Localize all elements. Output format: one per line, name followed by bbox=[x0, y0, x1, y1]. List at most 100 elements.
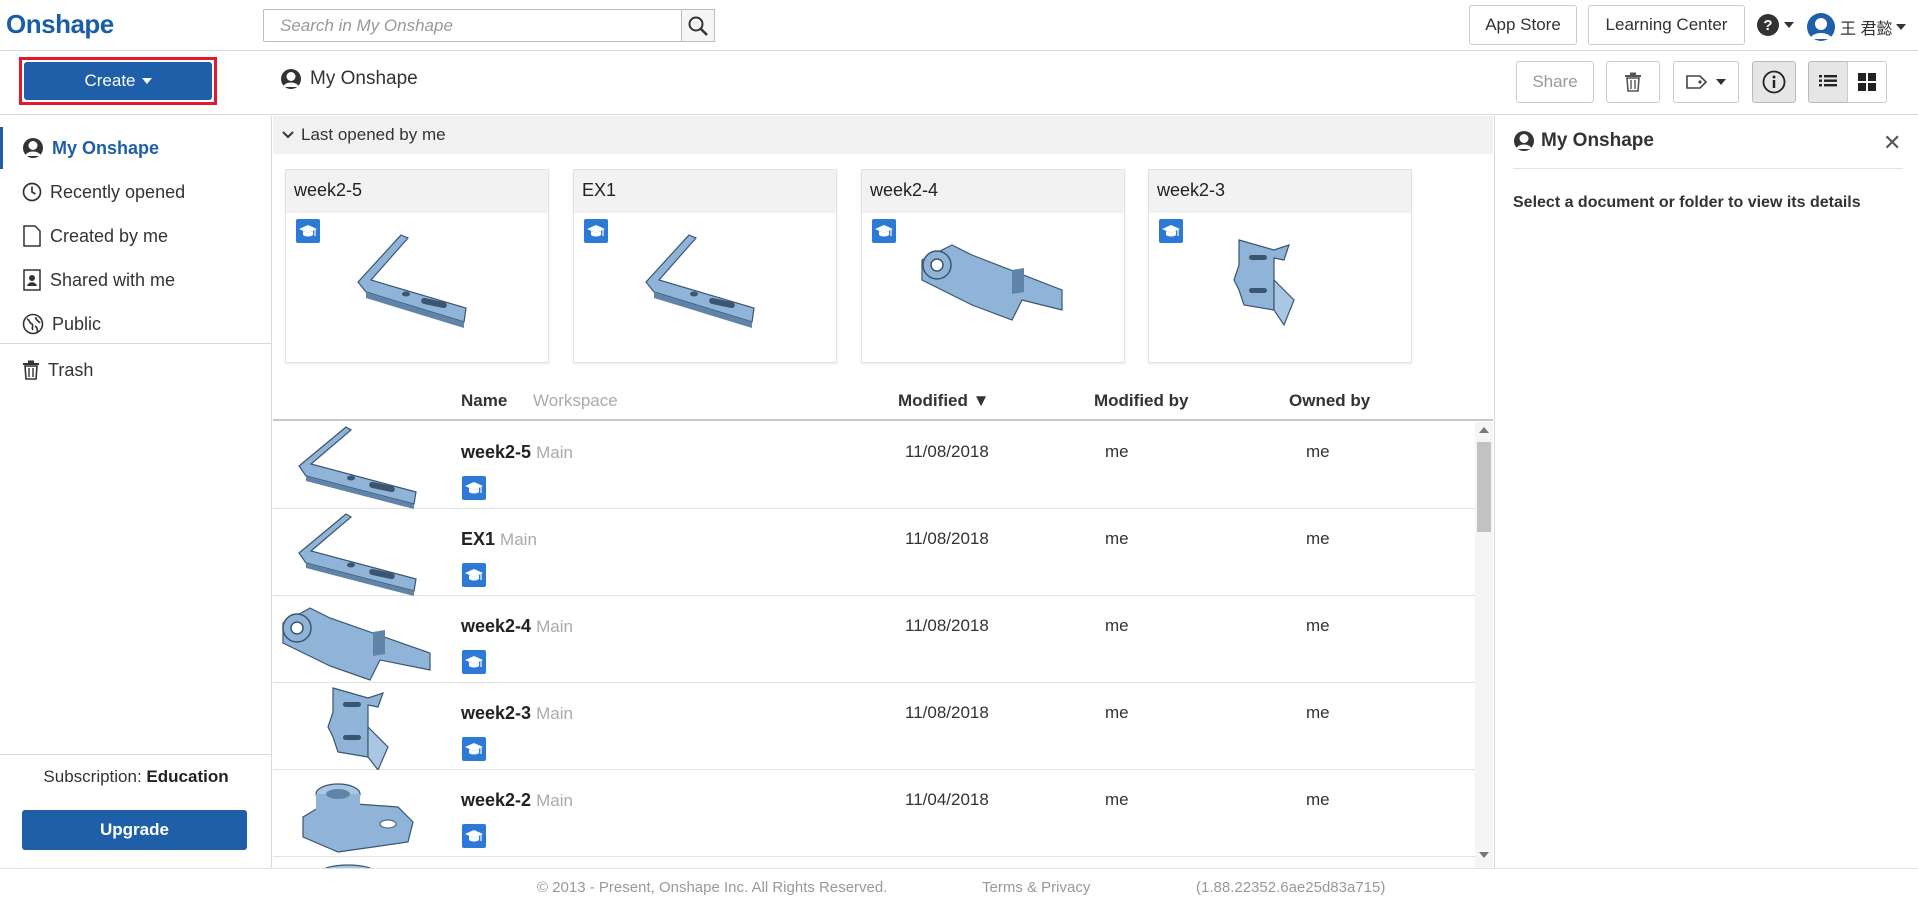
details-divider bbox=[1513, 168, 1903, 169]
modified-date: 11/08/2018 bbox=[905, 529, 989, 548]
recent-document-card[interactable]: week2-4 bbox=[861, 169, 1125, 363]
document-title: week2-5 bbox=[461, 442, 532, 462]
close-icon[interactable]: ✕ bbox=[1883, 130, 1901, 156]
grid-view-button[interactable] bbox=[1847, 61, 1887, 103]
education-badge-icon bbox=[462, 650, 486, 679]
create-button[interactable]: Create bbox=[24, 62, 212, 100]
table-row[interactable]: EX1 Main 11/08/2018 me me bbox=[273, 509, 1475, 596]
modified-by: me bbox=[1105, 790, 1129, 809]
recent-document-card[interactable]: week2-3 bbox=[1148, 169, 1412, 363]
sidebar-item-trash[interactable]: Trash bbox=[0, 349, 272, 391]
part-thumbnail bbox=[1199, 230, 1369, 335]
clock-icon bbox=[22, 182, 42, 202]
document-name[interactable]: week2-3 Main bbox=[461, 703, 573, 724]
column-modified[interactable]: Modified ▼ bbox=[898, 391, 989, 411]
recent-section-title: Last opened by me bbox=[301, 125, 446, 144]
workspace-label: Main bbox=[536, 704, 573, 723]
person-icon bbox=[23, 138, 43, 158]
document-list: week2-5 Main 11/08/2018 me me EX1 Main 1… bbox=[273, 422, 1475, 868]
education-badge-icon bbox=[1159, 219, 1183, 248]
scrollbar-thumb[interactable] bbox=[1477, 442, 1491, 532]
table-row[interactable]: week2-5 Main 11/08/2018 me me bbox=[273, 422, 1475, 509]
part-thumbnail bbox=[275, 598, 440, 688]
scroll-down-icon[interactable] bbox=[1479, 852, 1489, 858]
info-panel-button[interactable] bbox=[1752, 61, 1796, 103]
person-icon bbox=[281, 69, 301, 89]
search-icon bbox=[688, 16, 708, 36]
learning-center-button[interactable]: Learning Center bbox=[1588, 5, 1745, 45]
modified-date: 11/08/2018 bbox=[905, 703, 989, 722]
scroll-up-icon[interactable] bbox=[1479, 427, 1489, 433]
label-button[interactable] bbox=[1673, 61, 1739, 103]
details-title: My Onshape bbox=[1513, 130, 1654, 152]
column-owned-by[interactable]: Owned by bbox=[1289, 391, 1370, 411]
help-icon: ? bbox=[1757, 14, 1779, 36]
sidebar-item-my-onshape[interactable]: My Onshape bbox=[0, 127, 272, 169]
document-title: EX1 bbox=[461, 529, 496, 549]
sidebar-item-label: Shared with me bbox=[50, 269, 176, 290]
column-name[interactable]: Name bbox=[461, 391, 507, 411]
help-menu[interactable]: ? bbox=[1756, 13, 1794, 37]
table-row[interactable]: week2-2 Main 11/04/2018 me me bbox=[273, 770, 1475, 857]
document-name[interactable]: week2-2 Main bbox=[461, 790, 573, 811]
sidebar-item-shared-with-me[interactable]: Shared with me bbox=[0, 259, 272, 301]
education-badge-icon bbox=[462, 824, 486, 853]
top-bar: Onshape App Store Learning Center ? 王 君懿 bbox=[0, 0, 1918, 51]
owned-by: me bbox=[1306, 616, 1330, 635]
table-header: Name Workspace Modified ▼ Modified by Ow… bbox=[273, 385, 1493, 421]
subscription-value: Education bbox=[146, 767, 229, 786]
toolbar: Create My Onshape Share bbox=[0, 51, 1918, 115]
app-store-button[interactable]: App Store bbox=[1469, 5, 1577, 45]
onshape-logo[interactable]: Onshape bbox=[6, 9, 114, 40]
recent-section-header[interactable]: Last opened by me bbox=[273, 116, 1493, 154]
document-name[interactable]: week2-4 Main bbox=[461, 616, 573, 637]
document-name[interactable]: week2-5 Main bbox=[461, 442, 573, 463]
svg-text:?: ? bbox=[1763, 17, 1772, 34]
search-input[interactable] bbox=[264, 10, 668, 41]
workspace-label: Main bbox=[536, 443, 573, 462]
sidebar-item-label: My Onshape bbox=[52, 137, 160, 158]
part-thumbnail bbox=[336, 230, 486, 335]
footer-copyright: © 2013 - Present, Onshape Inc. All Right… bbox=[537, 879, 888, 896]
column-workspace: Workspace bbox=[533, 391, 618, 410]
document-name[interactable]: EX1 Main bbox=[461, 529, 537, 550]
upgrade-button[interactable]: Upgrade bbox=[22, 810, 247, 850]
avatar bbox=[1807, 13, 1835, 41]
sidebar-item-recently-opened[interactable]: Recently opened bbox=[0, 171, 272, 213]
user-menu[interactable]: 王 君懿 bbox=[1806, 12, 1907, 42]
modified-date: 11/08/2018 bbox=[905, 442, 989, 461]
table-row[interactable] bbox=[273, 857, 1475, 868]
trash-icon bbox=[1625, 72, 1641, 92]
list-view-button[interactable] bbox=[1808, 61, 1848, 103]
details-panel: My Onshape ✕ Select a document or folder… bbox=[1494, 116, 1918, 868]
education-badge-icon bbox=[462, 563, 486, 592]
search-button[interactable] bbox=[681, 9, 715, 42]
details-title-label: My Onshape bbox=[1541, 130, 1654, 151]
sidebar-item-created-by-me[interactable]: Created by me bbox=[0, 215, 272, 257]
education-badge-icon bbox=[584, 219, 608, 248]
chevron-down-icon bbox=[1784, 22, 1794, 28]
recent-document-card[interactable]: week2-5 bbox=[285, 169, 549, 363]
table-row[interactable]: week2-3 Main 11/08/2018 me me bbox=[273, 683, 1475, 772]
sidebar-item-label: Public bbox=[52, 313, 102, 334]
terms-privacy-link[interactable]: Terms & Privacy bbox=[982, 879, 1090, 896]
card-title: EX1 bbox=[574, 170, 836, 213]
owned-by: me bbox=[1306, 442, 1330, 461]
workspace-label: Main bbox=[536, 791, 573, 810]
workspace-label: Main bbox=[500, 530, 537, 549]
breadcrumb-label[interactable]: My Onshape bbox=[310, 68, 418, 90]
modified-by: me bbox=[1105, 703, 1129, 722]
table-row[interactable]: week2-4 Main 11/08/2018 me me bbox=[273, 596, 1475, 683]
share-button[interactable]: Share bbox=[1516, 61, 1594, 103]
globe-icon bbox=[22, 313, 44, 335]
recent-document-card[interactable]: EX1 bbox=[573, 169, 837, 363]
part-thumbnail bbox=[303, 685, 413, 775]
education-badge-icon bbox=[872, 219, 896, 248]
breadcrumb: My Onshape bbox=[280, 68, 418, 90]
modified-by: me bbox=[1105, 442, 1129, 461]
sidebar-item-public[interactable]: Public bbox=[0, 303, 272, 345]
part-thumbnail bbox=[624, 230, 774, 335]
chevron-down-icon bbox=[282, 131, 294, 139]
delete-button[interactable] bbox=[1606, 61, 1660, 103]
column-modified-by[interactable]: Modified by bbox=[1094, 391, 1188, 411]
